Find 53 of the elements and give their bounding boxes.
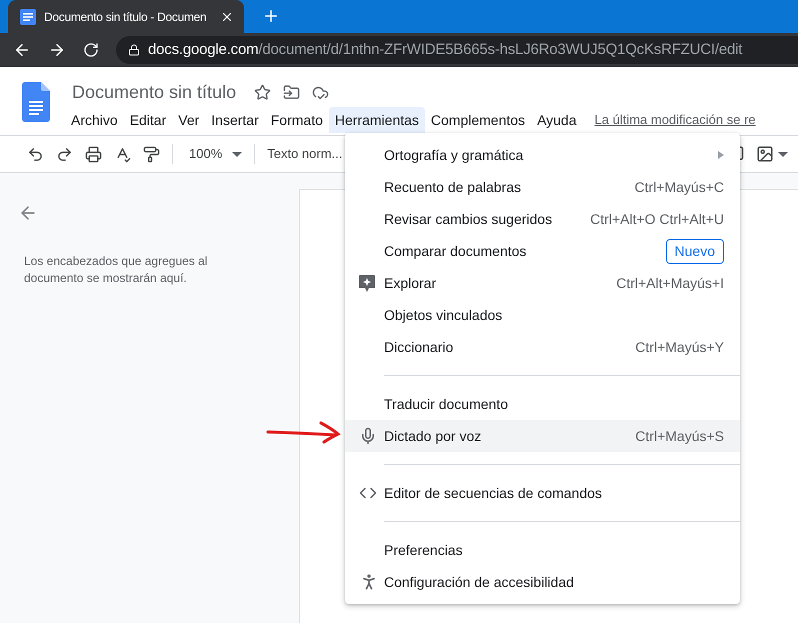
menu-bar-item[interactable]: Formato — [264, 107, 329, 133]
microphone-icon — [359, 427, 377, 445]
new-badge: Nuevo — [666, 238, 724, 264]
star-icon[interactable] — [254, 84, 272, 100]
back-icon[interactable] — [13, 41, 31, 59]
menu-item[interactable]: Dictado por voz Ctrl+Mayús+S — [345, 420, 740, 452]
menu-item[interactable]: Objetos vinculados — [345, 299, 740, 331]
shortcut-text: Ctrl+Mayús+Y — [635, 338, 724, 357]
menu-item[interactable]: Traducir documento — [345, 388, 740, 420]
menu-item[interactable]: Explorar Ctrl+Alt+Mayús+I — [345, 267, 740, 299]
menu-item[interactable]: Preferencias — [345, 534, 740, 566]
caret-icon — [232, 152, 242, 156]
menu-item[interactable]: Diccionario Ctrl+Mayús+Y — [345, 331, 740, 363]
image-icon[interactable] — [756, 145, 774, 163]
browser-tab[interactable]: Documento sin título - Documen — [8, 0, 244, 33]
paint-format-icon[interactable] — [143, 146, 160, 162]
menu-bar-item[interactable]: Ayuda — [531, 107, 583, 133]
undo-icon[interactable] — [27, 146, 44, 162]
menu-bar-item[interactable]: Editar — [124, 107, 172, 133]
move-to-folder-icon[interactable] — [283, 84, 300, 100]
shortcut-text: Ctrl+Alt+O Ctrl+Alt+U — [590, 210, 724, 228]
menu-item[interactable]: Configuración de accesibilidad — [345, 566, 740, 598]
menu-bar-item[interactable]: Archivo — [65, 107, 124, 133]
last-edit-link[interactable]: La última modificación se re — [594, 110, 756, 130]
document-title[interactable]: Documento sin título — [72, 78, 236, 106]
reload-icon[interactable] — [83, 42, 99, 58]
explore-icon — [359, 274, 375, 292]
outline-message: Los encabezados que agregues al documento se mostrarán aquí. — [23, 253, 208, 287]
print-icon[interactable] — [85, 146, 102, 162]
menu-bar-item[interactable]: Insertar — [205, 107, 265, 133]
menu-item[interactable]: Comparar documentos Nuevo — [345, 235, 740, 267]
menu-bar-item[interactable]: Ver — [172, 107, 206, 133]
address-field[interactable]: docs.google.com/document/d/1nthn-ZFrWIDE5B665s-hsLJ6Ro3WUJ5Q1QcKsRFZUCI/edit — [116, 36, 798, 64]
docs-favicon-icon — [20, 8, 36, 24]
lock-icon — [128, 44, 140, 56]
shortcut-text: Ctrl+Alt+Mayús+I — [616, 274, 724, 293]
shortcut-text: Ctrl+Mayús+S — [635, 426, 724, 446]
url-text: docs.google.com/document/d/1nthn-ZFrWIDE5B665s-hsLJ6Ro3WUJ5Q1QcKsRFZUCI/edit — [148, 40, 742, 60]
shortcut-text: Ctrl+Mayús+C — [634, 178, 724, 197]
menu-item[interactable]: Editor de secuencias de comandos — [345, 477, 740, 509]
submenu-arrow-icon — [718, 151, 724, 159]
docs-logo-icon[interactable] — [22, 82, 50, 122]
forward-icon[interactable] — [48, 41, 66, 59]
caret-icon — [778, 152, 788, 156]
menu-bar-item[interactable]: Herramientas — [328, 107, 425, 133]
menu-item[interactable]: Recuento de palabras Ctrl+Mayús+C — [345, 171, 740, 203]
new-tab-icon[interactable] — [262, 7, 280, 25]
menu-item[interactable]: Revisar cambios sugeridos Ctrl+Alt+O Ctrl+Alt+U — [345, 203, 740, 235]
redo-icon[interactable] — [56, 146, 73, 162]
menu-bar-item[interactable]: Complementos — [424, 107, 532, 133]
menu-item[interactable]: Ortografía y gramática — [345, 139, 740, 171]
tab-title: Documento sin título - Documen — [44, 8, 208, 26]
zoom-dropdown[interactable]: 100% — [185, 144, 242, 164]
